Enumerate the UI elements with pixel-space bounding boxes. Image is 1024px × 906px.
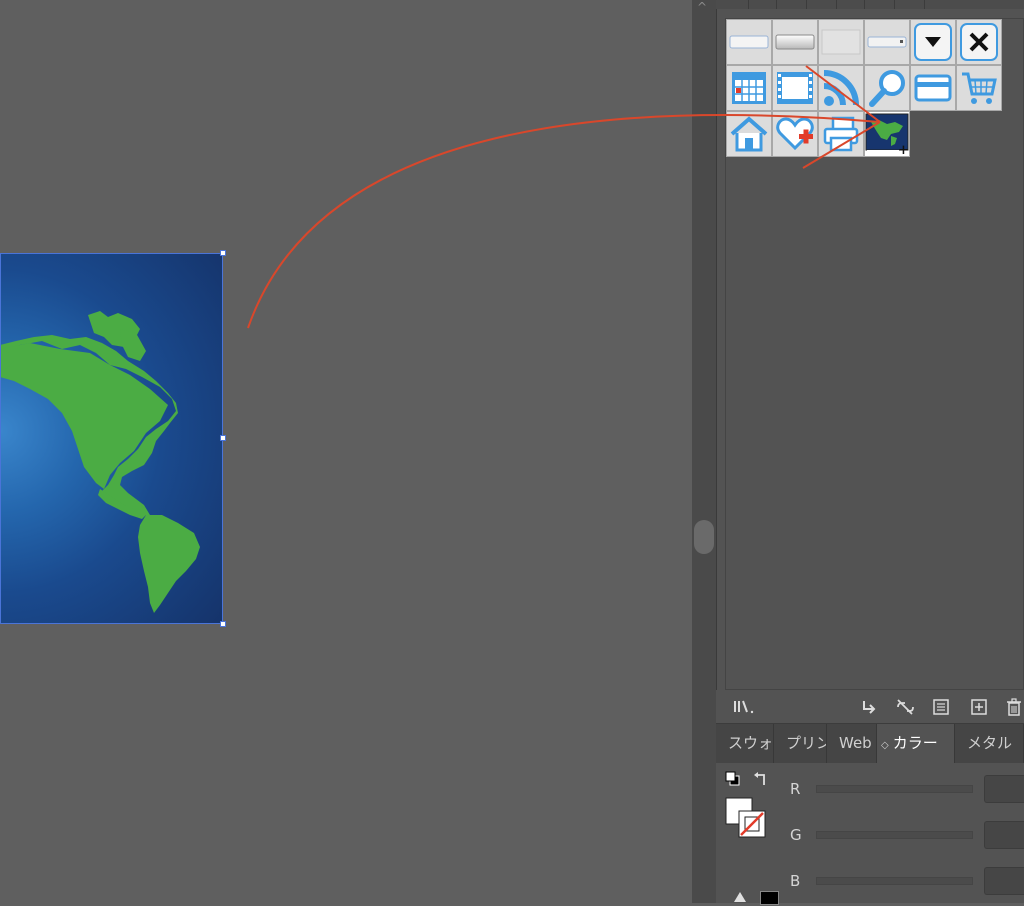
resize-handle-top-right[interactable] (220, 250, 226, 256)
heart-plus-icon (776, 117, 814, 151)
film-strip-icon (777, 72, 813, 104)
scrollbar-thumb[interactable] (694, 520, 714, 554)
button-glossy-icon (775, 34, 815, 50)
world-map-graphic (0, 311, 200, 613)
drag-plus-indicator: + (898, 143, 909, 158)
scroll-up-arrow-icon[interactable]: ^ (697, 0, 707, 14)
rss-feed-symbol[interactable] (818, 65, 864, 111)
dropdown-field-symbol[interactable] (864, 19, 910, 65)
printer-icon (823, 116, 859, 152)
heart-plus-symbol[interactable] (772, 111, 818, 157)
panel-top-tab-strip (716, 0, 1024, 9)
dropdown-arrow-icon (914, 23, 952, 61)
button-glossy-symbol[interactable] (772, 19, 818, 65)
credit-card-symbol[interactable] (910, 65, 956, 111)
tab-metal-label: メタル (967, 734, 1013, 752)
film-strip-symbol[interactable] (772, 65, 818, 111)
button-flat-symbol[interactable] (726, 19, 772, 65)
tab-swatches[interactable]: スウォ (716, 724, 774, 763)
tab-print[interactable]: プリン (774, 724, 827, 763)
tab-print-label: プリン (786, 734, 827, 752)
printer-symbol[interactable] (818, 111, 864, 157)
green-channel-slider[interactable] (816, 831, 973, 839)
resize-handle-bottom-right[interactable] (220, 621, 226, 627)
world-map-artwork[interactable] (0, 253, 223, 624)
break-link-icon[interactable] (895, 698, 915, 716)
green-channel-label: G (790, 826, 802, 844)
arctic-island-small (120, 329, 146, 361)
button-blank-icon (821, 29, 861, 55)
home-icon (730, 116, 768, 152)
home-symbol[interactable] (726, 111, 772, 157)
red-channel-input[interactable] (984, 775, 1024, 803)
tab-web[interactable]: Web (827, 724, 877, 763)
credit-card-icon (914, 74, 952, 102)
blue-channel-input[interactable] (984, 867, 1024, 895)
blue-channel-slider[interactable] (816, 877, 973, 885)
tab-swatches-label: スウォ (728, 734, 774, 752)
magnifier-icon (869, 70, 905, 107)
calendar-icon (732, 72, 766, 104)
dropdown-field-icon (867, 36, 907, 48)
resize-handle-middle-right[interactable] (220, 435, 226, 441)
out-of-gamut-warning-icon[interactable] (733, 891, 747, 906)
calendar-symbol[interactable] (726, 65, 772, 111)
rss-feed-icon (823, 70, 859, 106)
magnifier-symbol[interactable] (864, 65, 910, 111)
south-america (138, 515, 200, 613)
swap-fill-stroke-icon[interactable] (752, 771, 768, 791)
dropdown-arrow-symbol[interactable] (910, 19, 956, 65)
green-channel-input[interactable] (984, 821, 1024, 849)
red-channel-slider[interactable] (816, 785, 973, 793)
tab-color[interactable]: ◇ カラー (877, 724, 955, 763)
tab-color-toggle-icon[interactable]: ◇ (881, 740, 889, 751)
close-x-icon (960, 23, 998, 61)
place-symbol-instance-icon[interactable] (860, 698, 878, 716)
button-blank-symbol[interactable] (818, 19, 864, 65)
default-fill-stroke-icon[interactable] (725, 771, 741, 791)
tab-metal[interactable]: メタル (955, 724, 1024, 763)
tab-web-label: Web (839, 734, 872, 752)
north-america-body (0, 343, 168, 489)
red-channel-label: R (790, 780, 801, 798)
vertical-scrollbar[interactable] (692, 0, 716, 903)
symbol-libraries-icon[interactable] (732, 698, 756, 716)
close-x-symbol[interactable] (956, 19, 1002, 65)
button-flat-icon (729, 35, 769, 49)
delete-symbol-icon[interactable] (1005, 698, 1023, 716)
new-symbol-icon[interactable] (970, 698, 988, 716)
shopping-cart-icon (962, 72, 997, 104)
panel-tab-bar: スウォ プリン Web ◇ カラー メタル (716, 724, 1024, 763)
tab-color-label: カラー (892, 734, 938, 752)
symbol-options-icon[interactable] (932, 698, 950, 716)
fill-stroke-swatch[interactable] (725, 797, 769, 845)
blue-channel-label: B (790, 872, 801, 890)
shopping-cart-symbol[interactable] (956, 65, 1002, 111)
